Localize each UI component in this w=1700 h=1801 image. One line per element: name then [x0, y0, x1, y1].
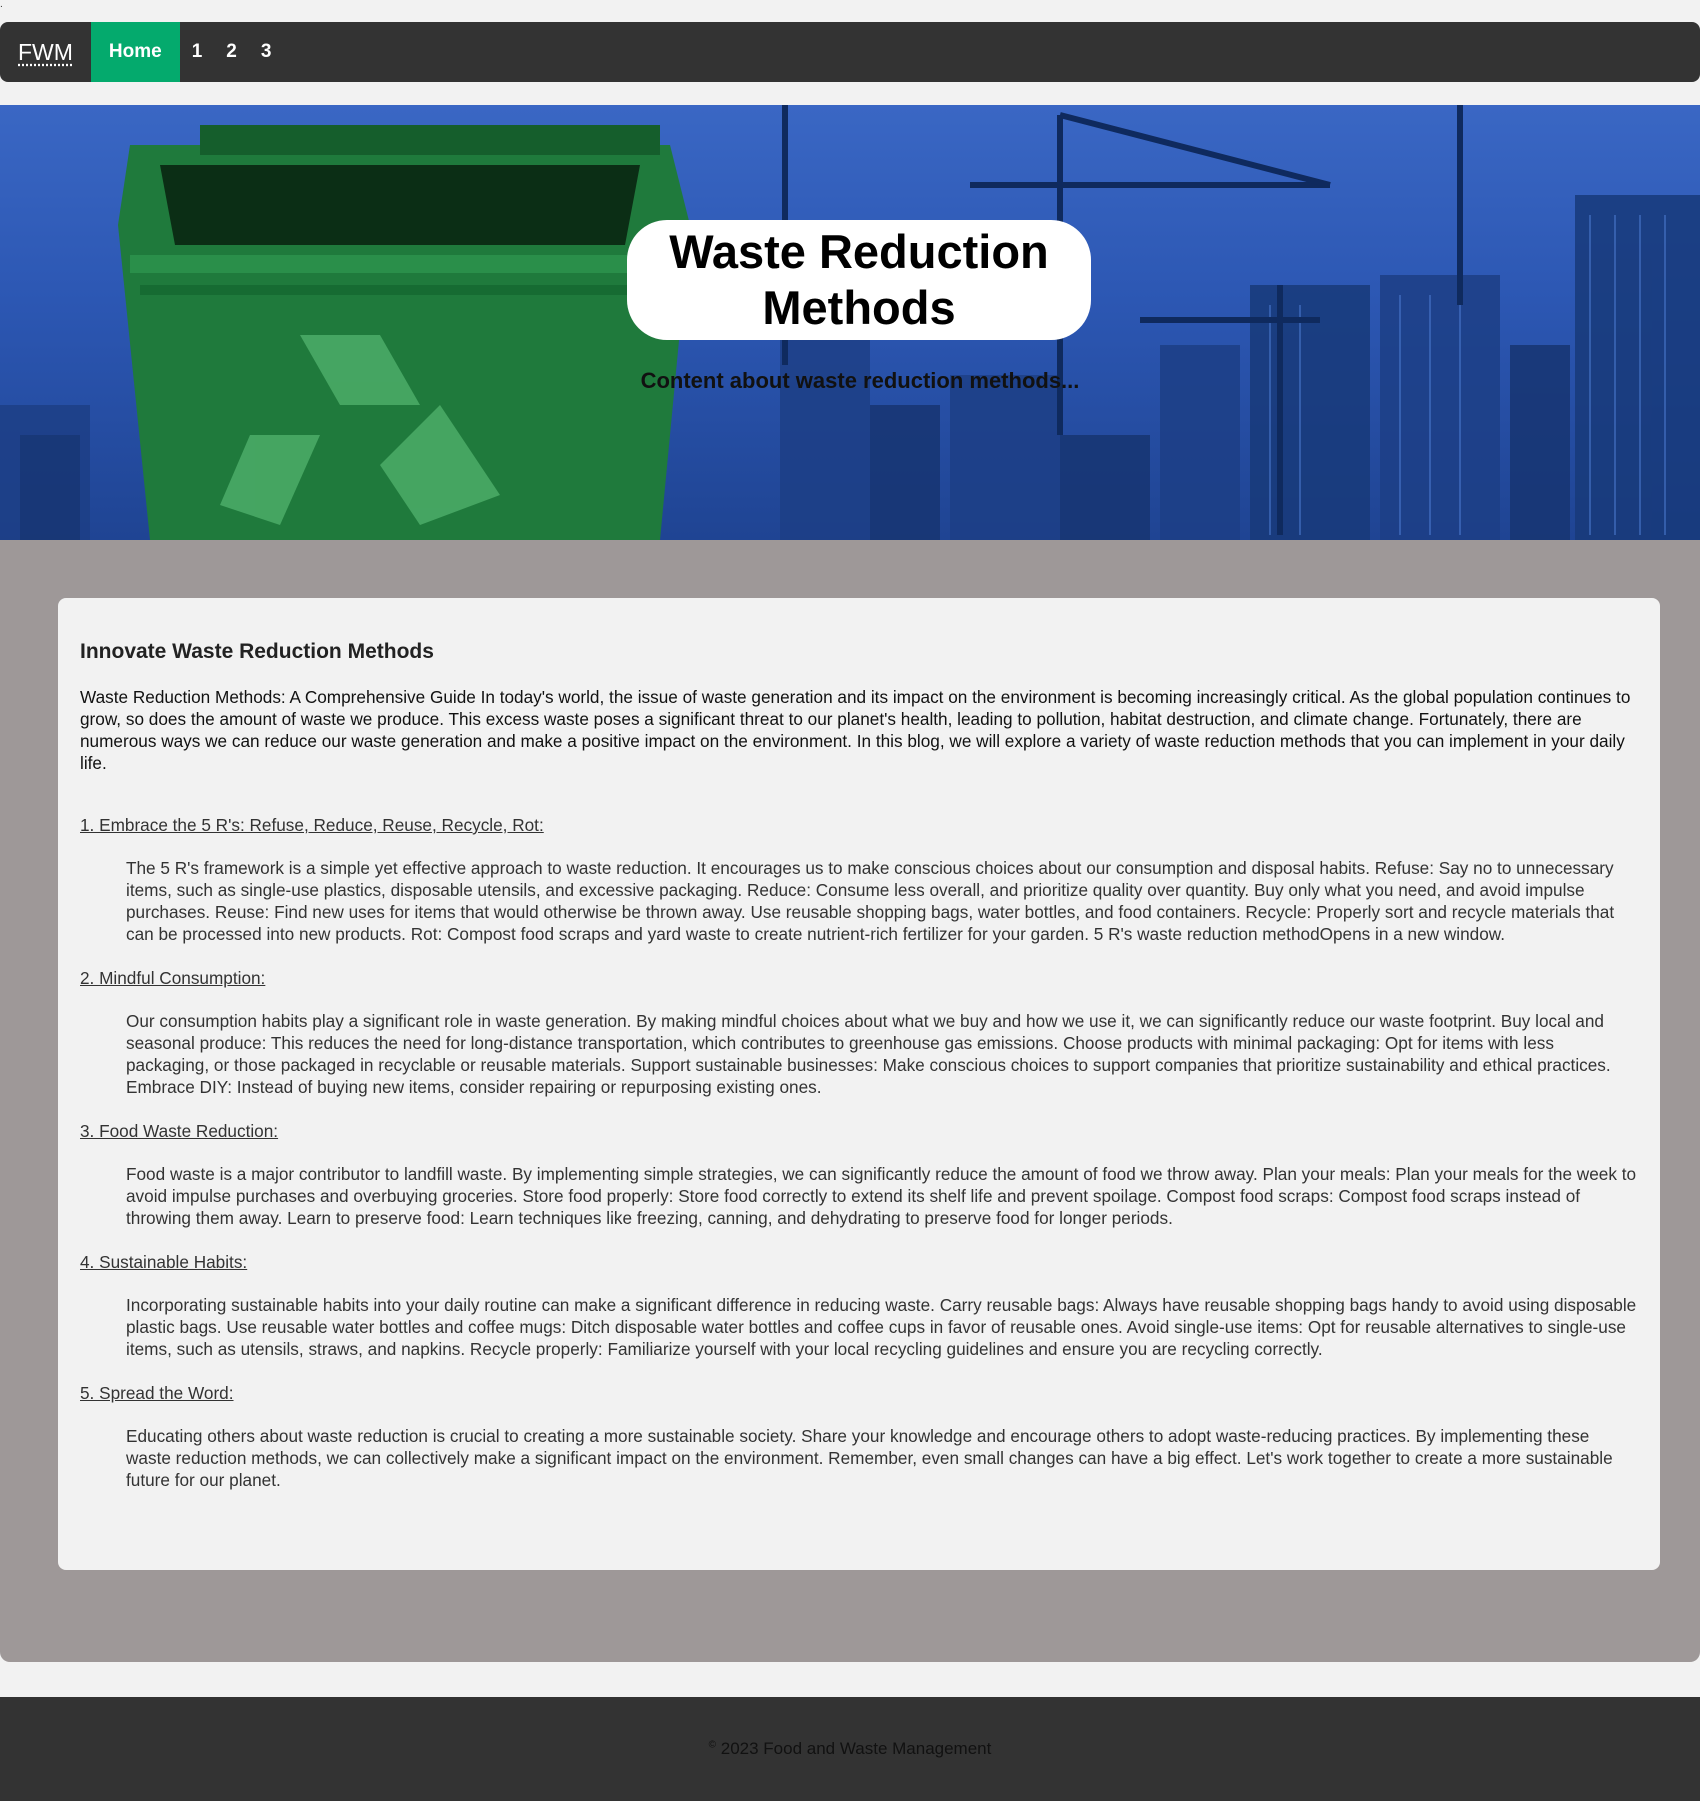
- section-body-5: Educating others about waste reduction i…: [126, 1426, 1613, 1490]
- nav-link-3[interactable]: 3: [249, 22, 284, 82]
- hero-banner: Waste Reduction Methods Content about wa…: [0, 105, 1700, 540]
- hero-subtitle: Content about waste reduction methods...: [640, 368, 1080, 393]
- brand-logo[interactable]: FWM: [0, 22, 91, 82]
- article-card: Innovate Waste Reduction Methods Waste R…: [58, 598, 1660, 1570]
- section-title-5: 5. Spread the Word:: [80, 1383, 234, 1403]
- section-title-4: 4. Sustainable Habits:: [80, 1252, 248, 1272]
- article-intro: Waste Reduction Methods: A Comprehensive…: [80, 687, 1631, 773]
- section-title-1: 1. Embrace the 5 R's: Refuse, Reduce, Re…: [80, 815, 544, 835]
- hero-title-line2: Methods: [762, 281, 956, 334]
- article-heading: Innovate Waste Reduction Methods: [80, 640, 434, 663]
- footer-copyright: © 2023 Food and Waste Management: [709, 1739, 992, 1759]
- nav-home[interactable]: Home: [90, 22, 180, 82]
- copyright-symbol: ©: [708, 1739, 717, 1751]
- section-body-1: The 5 R's framework is a simple yet effe…: [126, 858, 1615, 944]
- page-dot: .: [0, 0, 3, 10]
- footer: © 2023 Food and Waste Management: [0, 1697, 1700, 1801]
- recycling-bin-image: [118, 125, 690, 540]
- hero-title-box: Waste Reduction Methods: [627, 220, 1091, 340]
- nav-link-1[interactable]: 1: [180, 22, 215, 82]
- hero-title-line1: Waste Reduction: [669, 225, 1049, 278]
- footer-text: 2023 Food and Waste Management: [720, 1739, 992, 1758]
- section-body-2: Our consumption habits play a significan…: [126, 1011, 1611, 1097]
- navbar: FWM Home 1 2 3: [0, 22, 1700, 82]
- section-body-4: Incorporating sustainable habits into yo…: [126, 1295, 1637, 1359]
- section-body-3: Food waste is a major contributor to lan…: [126, 1164, 1637, 1228]
- section-title-2: 2. Mindful Consumption:: [80, 968, 266, 988]
- section-title-3: 3. Food Waste Reduction:: [80, 1121, 279, 1141]
- nav-link-2[interactable]: 2: [214, 22, 249, 82]
